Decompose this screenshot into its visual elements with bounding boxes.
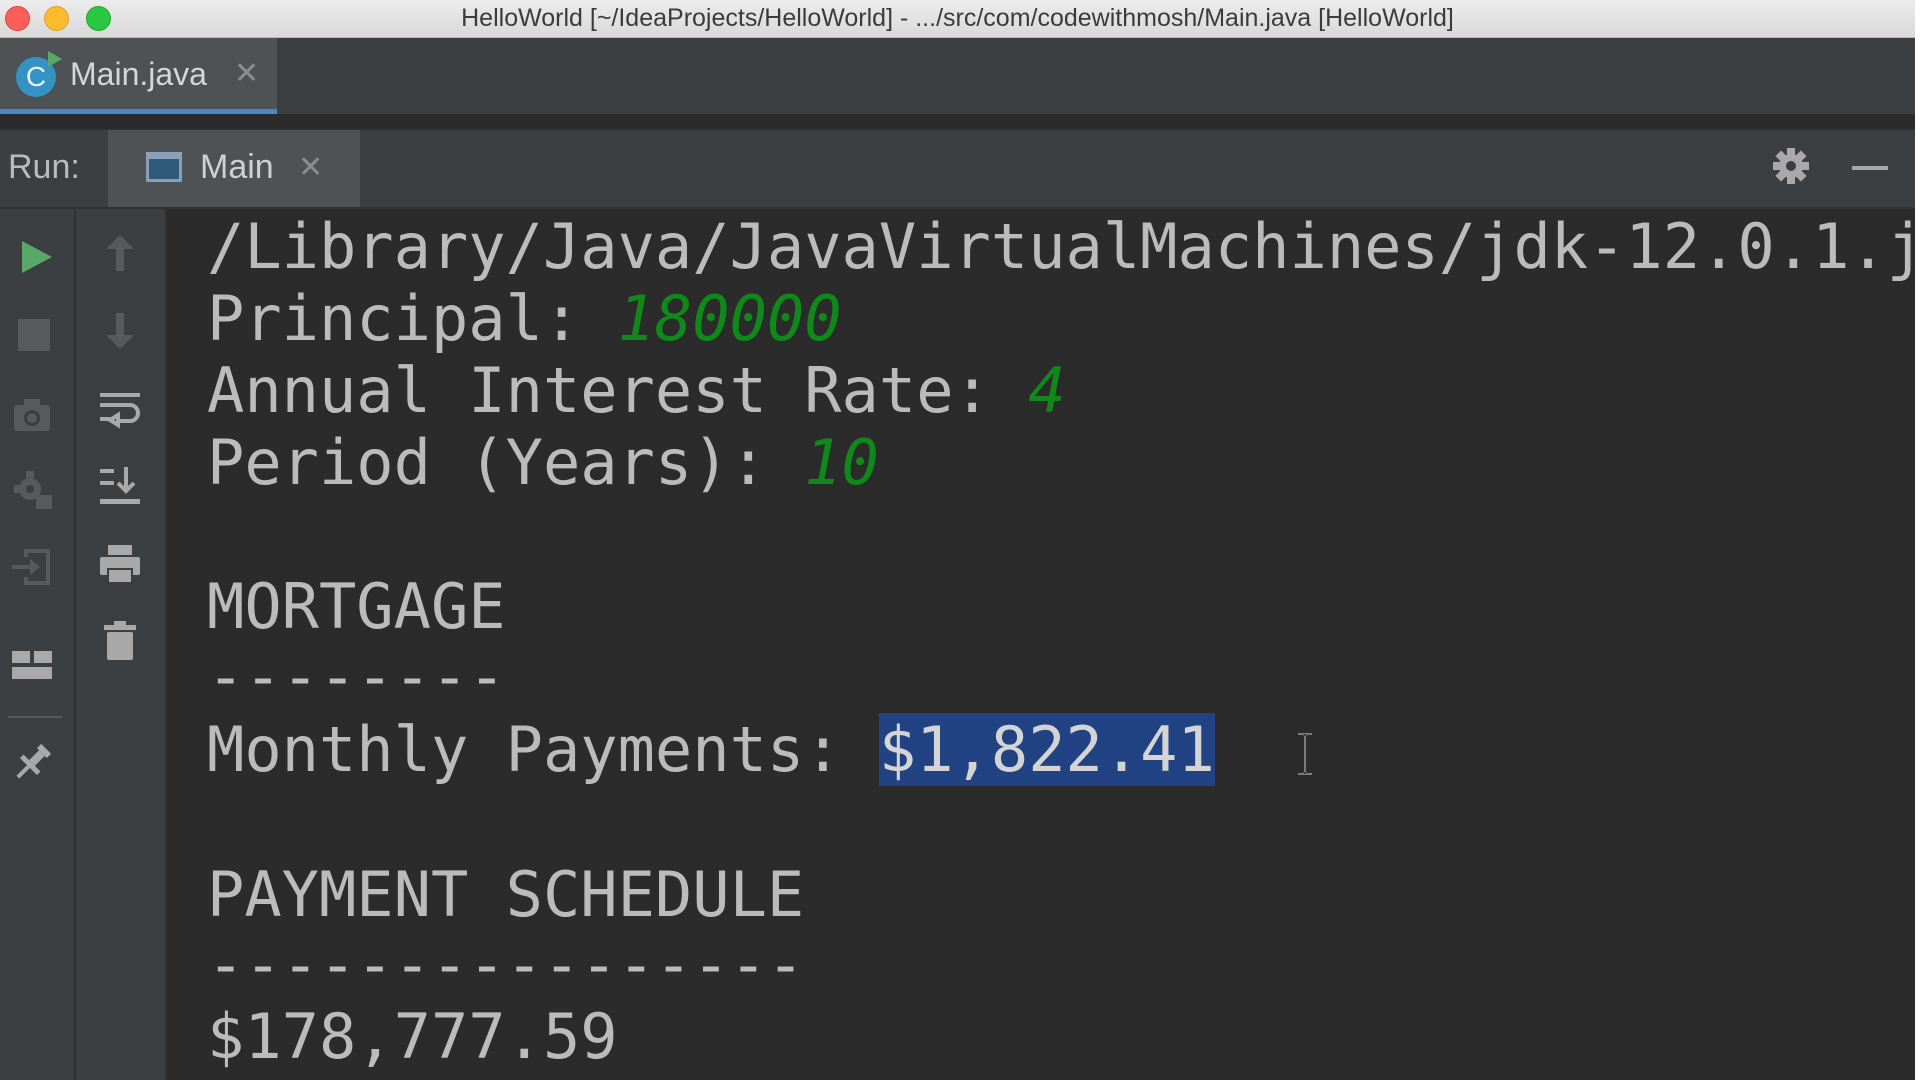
console-window-icon: [146, 152, 182, 182]
editor-tab-bar: C Main.java ✕: [0, 38, 1915, 115]
rate-label: Annual Interest Rate:: [207, 354, 1029, 427]
window-edge: [1915, 0, 1920, 1080]
print-icon[interactable]: [98, 543, 142, 587]
runnable-badge-icon: [48, 51, 62, 67]
editor-tab-label: Main.java: [70, 56, 207, 92]
window-title-bar: HelloWorld [~/IdeaProjects/HelloWorld] -…: [0, 0, 1915, 38]
run-tab-label: Main: [200, 148, 274, 186]
run-toolbar: [0, 209, 76, 1080]
schedule-heading: PAYMENT SCHEDULE: [207, 858, 805, 931]
toolbar-separator: [8, 716, 62, 718]
down-arrow-icon[interactable]: [98, 309, 142, 353]
mortgage-rule: --------: [207, 640, 506, 713]
schedule-rule: ----------------: [207, 928, 805, 1001]
java-class-icon: C: [16, 51, 62, 97]
run-label: Run:: [8, 148, 80, 186]
scroll-to-end-icon[interactable]: [98, 465, 142, 509]
active-tab-indicator: [0, 109, 277, 114]
layout-icon[interactable]: [10, 643, 54, 687]
debug-settings-icon[interactable]: [12, 469, 56, 513]
window-title: HelloWorld [~/IdeaProjects/HelloWorld] -…: [461, 4, 1454, 32]
text-cursor-icon: [1298, 733, 1312, 775]
console-line-monthly: Monthly Payments: $1,822.41: [207, 713, 1215, 786]
pin-icon[interactable]: [10, 741, 54, 785]
stop-icon[interactable]: [12, 313, 56, 357]
run-tab-main[interactable]: Main ✕: [108, 130, 360, 207]
monthly-value-selected[interactable]: $1,822.41: [878, 713, 1215, 786]
principal-label: Principal:: [207, 282, 618, 355]
console-output[interactable]: /Library/Java/JavaVirtualMachines/jdk-12…: [167, 209, 1915, 1080]
mortgage-heading: MORTGAGE: [207, 570, 506, 643]
console-line-command: /Library/Java/JavaVirtualMachines/jdk-12…: [207, 210, 1915, 283]
up-arrow-icon[interactable]: [98, 231, 142, 275]
period-input: 10: [804, 426, 879, 499]
trash-icon[interactable]: [98, 619, 142, 663]
console-line-rate: Annual Interest Rate: 4: [207, 355, 1066, 427]
gear-icon[interactable]: [1771, 146, 1811, 186]
hide-tool-window-icon[interactable]: [1852, 166, 1888, 170]
run-tool-window-header: Run: Main ✕: [0, 130, 1915, 209]
editor-tab-main-java[interactable]: C Main.java ✕: [0, 38, 277, 114]
exit-icon[interactable]: [10, 545, 54, 589]
schedule-first-balance: $178,777.59: [207, 1000, 618, 1073]
rerun-icon[interactable]: [14, 235, 58, 279]
close-run-tab-icon[interactable]: ✕: [298, 150, 323, 186]
rate-input: 4: [1028, 354, 1066, 427]
period-label: Period (Years):: [207, 426, 805, 499]
editor-area: [0, 115, 1915, 130]
close-tab-icon[interactable]: ✕: [234, 56, 259, 92]
principal-input: 180000: [617, 282, 842, 355]
monthly-label: Monthly Payments:: [207, 713, 879, 786]
camera-icon[interactable]: [10, 393, 54, 437]
console-line-period: Period (Years): 10: [207, 427, 879, 499]
soft-wrap-icon[interactable]: [98, 387, 142, 431]
console-line-principal: Principal: 180000: [207, 283, 842, 355]
console-toolbar: [76, 209, 167, 1080]
